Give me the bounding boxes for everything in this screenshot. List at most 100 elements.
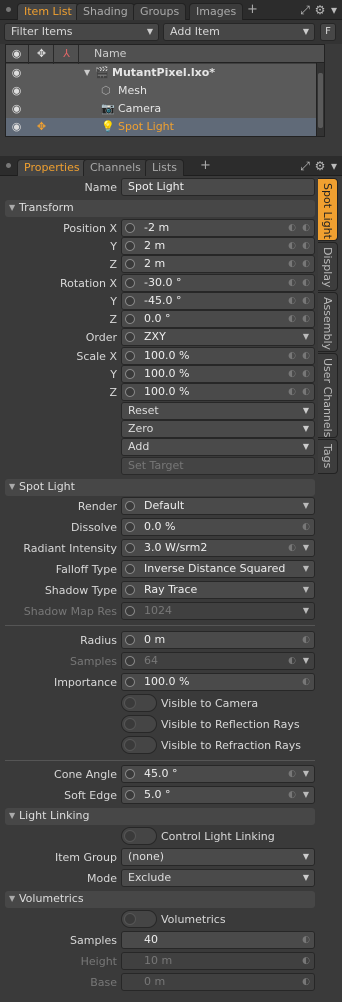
channel-dot-icon[interactable] [125,564,135,574]
importance-field[interactable]: 100.0 % ◐ [121,673,315,691]
radius-field[interactable]: 0 m ◐ [121,631,315,649]
channel-dot-icon[interactable] [125,223,135,233]
add-tab-button[interactable]: + [198,158,213,175]
slider-icon[interactable]: ◐ [300,222,312,234]
channel-dot-icon[interactable] [125,259,135,269]
lock-header-icon[interactable]: ✥ [35,48,48,60]
slider-icon[interactable]: ◐ [300,258,312,270]
channel-dot-icon[interactable] [125,501,135,511]
filter-items-dropdown[interactable]: Filter Items ▼ [4,23,159,41]
link-icon[interactable]: ◐ [286,350,298,362]
add-item-dropdown[interactable]: Add Item ▼ [163,23,315,41]
link-icon[interactable]: ◐ [286,295,298,307]
eye-icon[interactable]: ◉ [10,67,23,79]
tab-lists[interactable]: Lists [145,159,184,176]
maximize-icon[interactable]: ⤢ [298,3,312,17]
set-target-button[interactable]: Set Target [121,457,315,475]
position-z-field[interactable]: 2 m ◐ ◐ [121,255,315,273]
channel-dot-icon[interactable] [125,387,135,397]
position-x-field[interactable]: -2 m ◐ ◐ [121,219,315,237]
tab-channels[interactable]: Channels [83,159,148,176]
slider-icon[interactable]: ◐ [300,240,312,252]
transform-icon[interactable]: ✥ [35,121,48,133]
tab-images[interactable]: Images [189,3,244,20]
slider-icon[interactable]: ◐ [300,368,312,380]
name-column-header[interactable]: Name [94,47,126,60]
channel-dot-icon[interactable] [125,585,135,595]
side-tab-display[interactable]: Display [318,242,338,291]
position-y-field[interactable]: 2 m ◐ ◐ [121,237,315,255]
slider-icon[interactable]: ◐ [286,768,298,780]
dissolve-field[interactable]: 0.0 % ◐ [121,518,315,536]
tab-item-list[interactable]: Item List [17,3,79,20]
light-linking-section-header[interactable]: ▼ Light Linking [5,808,315,825]
slider-icon[interactable]: ◐ [300,295,312,307]
radiant-intensity-field[interactable]: 3.0 W/srm2 ◐ ▼ [121,539,315,557]
channel-dot-icon[interactable] [125,635,135,645]
slider-icon[interactable]: ◐ [300,934,312,946]
link-icon[interactable]: ◐ [286,240,298,252]
reset-dropdown[interactable]: Reset ▼ [121,402,315,420]
samples-field[interactable]: 64 ◐ ▼ [121,652,315,670]
link-icon[interactable]: ◐ [286,368,298,380]
visible-to-camera-toggle[interactable] [121,694,157,712]
channel-dot-icon[interactable] [125,314,135,324]
channel-dot-icon[interactable] [125,522,135,532]
slider-icon[interactable]: ◐ [300,521,312,533]
rotation-y-field[interactable]: -45.0 ° ◐ ◐ [121,292,315,310]
slider-icon[interactable]: ◐ [300,976,312,988]
scale-y-field[interactable]: 100.0 % ◐ ◐ [121,365,315,383]
channel-dot-icon[interactable] [125,790,135,800]
channel-dot-icon[interactable] [125,369,135,379]
tree-row-mesh[interactable]: ◉ ⬡ Mesh [6,82,324,100]
tab-properties[interactable]: Properties [17,159,87,176]
volumetrics-section-header[interactable]: ▼ Volumetrics [5,891,315,908]
link-icon[interactable]: ◐ [286,277,298,289]
gear-icon[interactable]: ⚙ [313,3,327,17]
cone-angle-field[interactable]: 45.0 ° ◐ ▼ [121,765,315,783]
tree-row-camera[interactable]: ◉ 📷 Camera [6,100,324,118]
eye-icon[interactable]: ◉ [10,121,23,133]
link-icon[interactable]: ◐ [286,386,298,398]
menu-icon[interactable]: ▾ [327,159,341,173]
soft-edge-field[interactable]: 5.0 ° ◐ ▼ [121,786,315,804]
axis-header-icon[interactable]: ⅄ [60,48,73,60]
slider-icon[interactable]: ◐ [286,542,298,554]
visible-to-refraction-toggle[interactable] [121,736,157,754]
slider-icon[interactable]: ◐ [300,313,312,325]
menu-icon[interactable]: ▾ [327,3,341,17]
eye-icon[interactable]: ◉ [10,103,23,115]
gear-icon[interactable]: ⚙ [313,159,327,173]
tree-row-spot-light[interactable]: ◉ ✥ 💡 Spot Light [6,118,324,136]
volumetrics-toggle[interactable] [121,910,157,928]
slider-icon[interactable]: ◐ [286,655,298,667]
side-tab-spot-light[interactable]: Spot Light [318,178,338,241]
visible-to-reflection-toggle[interactable] [121,715,157,733]
tab-groups[interactable]: Groups [133,3,187,20]
channel-dot-icon[interactable] [125,606,135,616]
link-icon[interactable]: ◐ [286,313,298,325]
mode-dropdown[interactable]: Exclude ▼ [121,869,315,887]
slider-icon[interactable]: ◐ [300,277,312,289]
rotation-z-field[interactable]: 0.0 ° ◐ ◐ [121,310,315,328]
slider-icon[interactable]: ◐ [300,955,312,967]
slider-icon[interactable]: ◐ [300,386,312,398]
side-tab-tags[interactable]: Tags [318,439,338,474]
slider-icon[interactable]: ◐ [286,789,298,801]
slider-icon[interactable]: ◐ [300,350,312,362]
falloff-type-dropdown[interactable]: Inverse Distance Squared ▼ [121,560,315,578]
channel-dot-icon[interactable] [125,543,135,553]
eye-icon[interactable]: ◉ [10,85,23,97]
slider-icon[interactable]: ◐ [300,676,312,688]
add-tab-button[interactable]: + [245,2,260,19]
channel-dot-icon[interactable] [125,769,135,779]
channel-dot-icon[interactable] [125,332,135,342]
channel-dot-icon[interactable] [125,241,135,251]
visibility-header-icon[interactable]: ◉ [10,48,23,60]
rotation-x-field[interactable]: -30.0 ° ◐ ◐ [121,274,315,292]
order-dropdown[interactable]: ZXY ▼ [121,328,315,346]
add-dropdown[interactable]: Add ▼ [121,438,315,456]
expand-icon[interactable]: ▼ [84,68,90,77]
link-icon[interactable]: ◐ [286,222,298,234]
tab-shading[interactable]: Shading [76,3,135,20]
